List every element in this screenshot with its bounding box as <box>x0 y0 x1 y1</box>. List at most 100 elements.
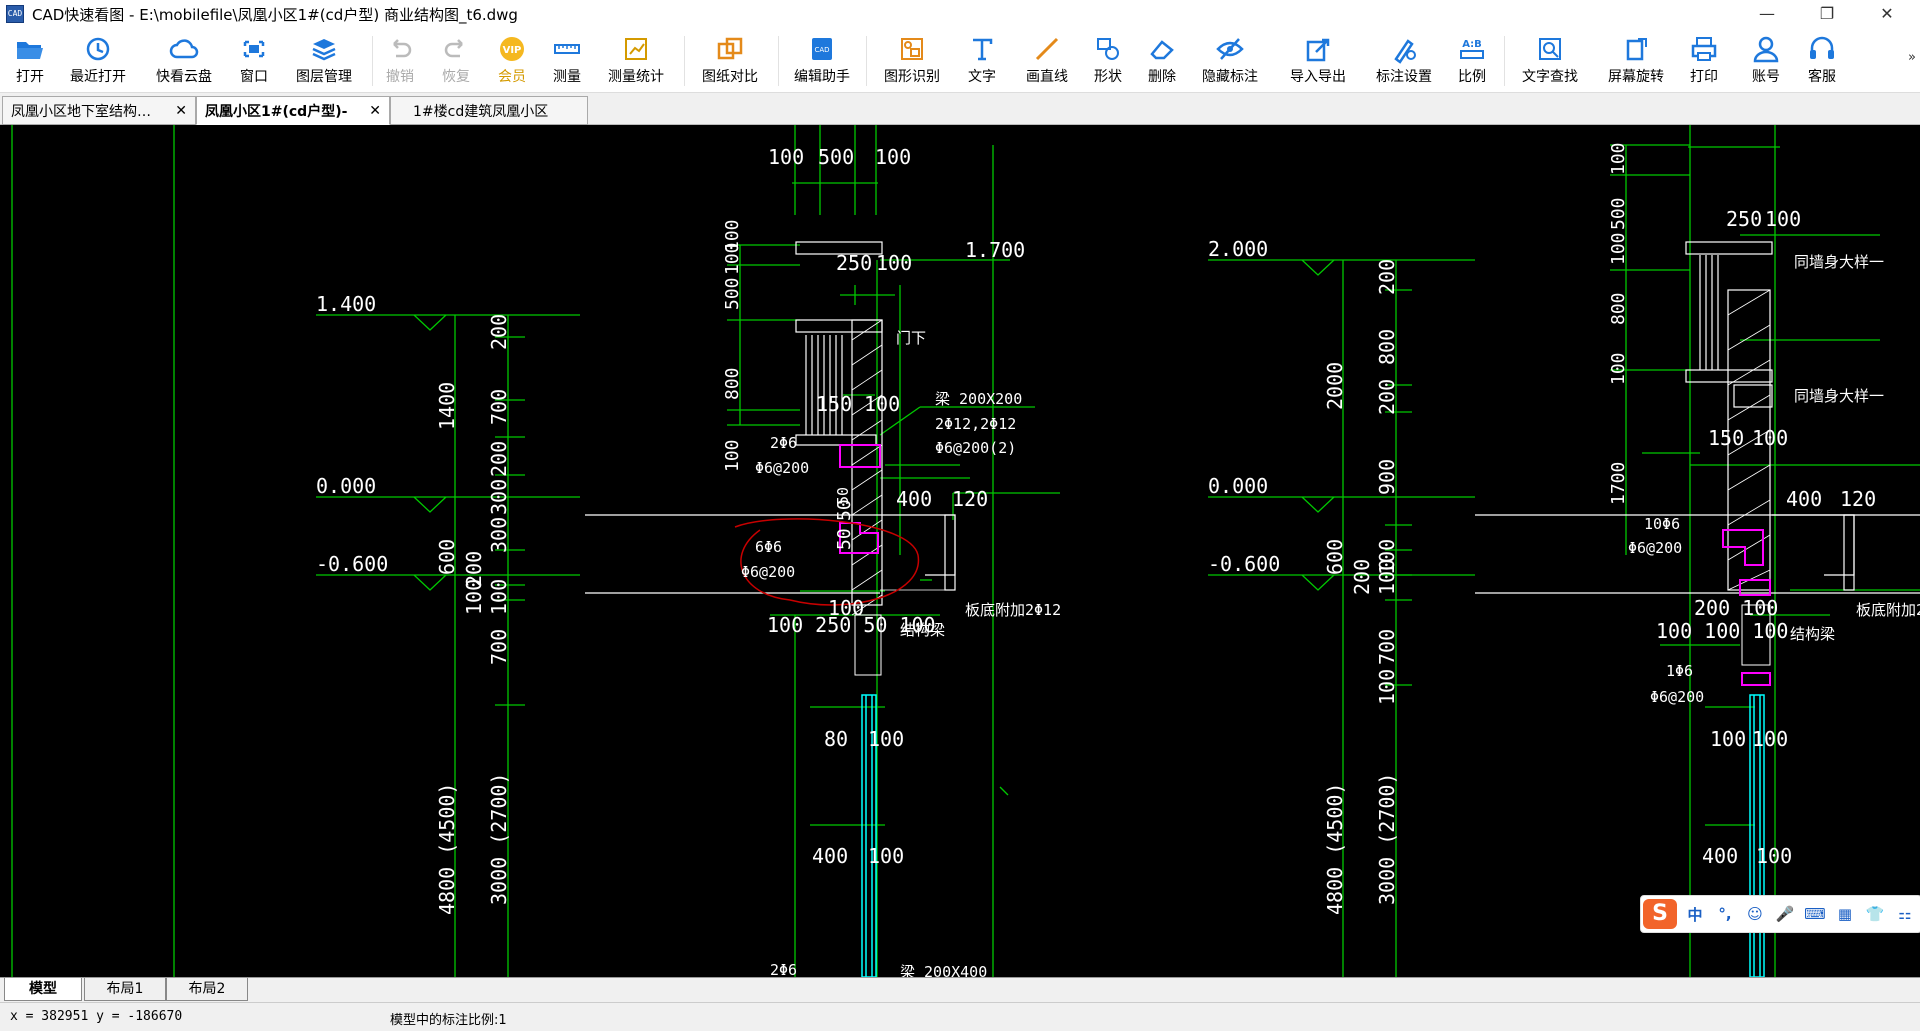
account-button[interactable]: 账号 <box>1742 32 1790 90</box>
toolbar-separator <box>866 36 867 86</box>
dim-label: 300 <box>487 517 511 553</box>
tab-layout1[interactable]: 布局1 <box>84 978 166 1001</box>
open-button[interactable]: 打开 <box>4 32 56 90</box>
ime-toolbox-icon[interactable]: ▦ <box>1833 905 1857 923</box>
shape-recognition-button[interactable]: 图形识别 <box>876 32 948 90</box>
annotation-scale-status: 模型中的标注比例:1 <box>390 1013 507 1028</box>
text-icon <box>973 38 993 61</box>
dim-label: 3000 (2700) <box>1375 773 1399 905</box>
cloud-drive-label: 快看云盘 <box>156 69 212 85</box>
dim-label: 4800 (4500) <box>435 783 459 915</box>
draw-line-label: 画直线 <box>1026 69 1068 85</box>
close-tab-icon[interactable]: ✕ <box>369 103 381 119</box>
markup-circle <box>734 518 920 606</box>
minimize-button[interactable]: — <box>1744 0 1790 28</box>
doc-tab-basement[interactable]: 凤凰小区地下室结构… ✕ <box>2 96 196 125</box>
dim-label: 700 <box>487 389 511 425</box>
ime-menu-icon[interactable]: ⚏ <box>1893 905 1917 923</box>
print-label: 打印 <box>1690 69 1718 85</box>
ime-keyboard-icon[interactable]: ⌨ <box>1803 905 1827 923</box>
eraser-icon <box>1150 40 1174 60</box>
drawing-compare-button[interactable]: 图纸对比 <box>694 32 766 90</box>
customer-service-button[interactable]: 客服 <box>1798 32 1846 90</box>
tab-model[interactable]: 模型 <box>4 978 82 1001</box>
ime-language-toggle[interactable]: 中 <box>1683 904 1707 925</box>
doc-tab-current[interactable]: 凤凰小区1#(cd户型)- ✕ <box>196 96 390 125</box>
dim-label: 3000 (2700) <box>487 773 511 905</box>
steel-column <box>861 694 1765 977</box>
import-export-button[interactable]: 导入导出 <box>1282 32 1354 90</box>
note-label: 同墙身大样一 <box>1794 253 1884 271</box>
edit-assistant-icon: CAD <box>812 38 832 60</box>
measure-button[interactable]: 测量 <box>542 32 592 90</box>
cloud-drive-button[interactable]: 快看云盘 <box>148 32 220 90</box>
recent-open-button[interactable]: 最近打开 <box>62 32 134 90</box>
ime-punctuation-icon[interactable]: °, <box>1713 905 1737 923</box>
window-button[interactable]: 窗口 <box>230 32 278 90</box>
print-button[interactable]: 打印 <box>1680 32 1728 90</box>
svg-text:VIP: VIP <box>503 45 522 56</box>
elevation-label: 1.700 <box>965 238 1025 262</box>
drawing-canvas[interactable]: 1.400 0.000 -0.600 1400 600 4800 (4500) … <box>0 125 1920 977</box>
dim-label: 100 <box>876 251 912 275</box>
redo-button[interactable]: 恢复 <box>434 32 478 90</box>
compare-icon <box>717 37 743 60</box>
dim-label: 100 <box>1375 669 1399 705</box>
status-bar: x = 382951 y = -186670 模型中的标注比例:1 <box>0 1002 1920 1031</box>
measure-stats-button[interactable]: 测量统计 <box>600 32 672 90</box>
vip-button[interactable]: VIP 会员 <box>488 32 536 90</box>
doc-tab-building[interactable]: 1#楼cd建筑凤凰小区 <box>390 96 588 125</box>
dim-label: 100 <box>768 145 804 169</box>
undo-button[interactable]: 撤销 <box>378 32 422 90</box>
window-label: 窗口 <box>240 69 268 85</box>
text-button[interactable]: 文字 <box>956 32 1008 90</box>
rotate-screen-icon <box>1626 38 1647 61</box>
ime-skin-icon[interactable]: 👕 <box>1863 905 1887 923</box>
dim-label: 50 <box>834 528 855 550</box>
sogou-logo-icon[interactable]: S <box>1643 899 1677 929</box>
edit-assistant-label: 编辑助手 <box>794 69 850 85</box>
rebar-label: Φ6@200 <box>1650 688 1704 706</box>
layer-management-button[interactable]: 图层管理 <box>288 32 360 90</box>
scale-button[interactable]: A:B 比例 <box>1448 32 1496 90</box>
dim-label: 100 <box>1608 352 1629 385</box>
rebar-label: Φ6@200 <box>1628 539 1682 557</box>
cursor-coordinates: x = 382951 y = -186670 <box>10 1009 183 1024</box>
doc-tab-label: 凤凰小区地下室结构… <box>11 103 151 120</box>
title-bar: CAD CAD快速看图 - E:\mobilefile\凤凰小区1#(cd户型)… <box>0 0 1920 28</box>
ime-emoji-icon[interactable]: ☺ <box>1743 905 1767 923</box>
dim-label: 700 <box>487 629 511 665</box>
more-tools-chevron-icon[interactable]: » <box>1908 50 1916 65</box>
ime-voice-icon[interactable]: 🎤 <box>1773 905 1797 923</box>
dim-label: 2000 <box>1323 362 1347 410</box>
dim-label: 100 <box>1765 207 1801 231</box>
text-search-button[interactable]: 文字查找 <box>1512 32 1588 90</box>
maximize-button[interactable]: ❐ <box>1804 0 1850 28</box>
tab-layout2[interactable]: 布局2 <box>166 978 248 1001</box>
dim-label: 250 <box>1726 207 1762 231</box>
draw-line-button[interactable]: 画直线 <box>1018 32 1076 90</box>
headset-icon <box>1810 36 1834 59</box>
rebar-label: 2Φ6 <box>770 961 797 977</box>
screen-rotate-button[interactable]: 屏幕旋转 <box>1598 32 1674 90</box>
dim-label: 800 <box>722 367 743 400</box>
delete-button[interactable]: 删除 <box>1138 32 1186 90</box>
close-tab-icon[interactable]: ✕ <box>175 103 187 119</box>
annotation-settings-button[interactable]: 标注设置 <box>1368 32 1440 90</box>
dim-label: 200 <box>1375 259 1399 295</box>
edit-assistant-button[interactable]: CAD 编辑助手 <box>786 32 858 90</box>
hide-annotation-button[interactable]: 隐藏标注 <box>1194 32 1266 90</box>
dim-label: 100 <box>1752 727 1788 751</box>
elevation-label: 1.400 <box>316 292 376 316</box>
measure-stats-icon <box>625 38 647 60</box>
line-icon <box>1035 37 1059 61</box>
dim-label: 400 <box>1702 844 1738 868</box>
dim-label: 600 <box>435 539 459 575</box>
annotation-settings-label: 标注设置 <box>1376 69 1432 85</box>
text-search-label: 文字查找 <box>1522 69 1578 85</box>
dim-label: 100 <box>864 392 900 416</box>
shape-button[interactable]: 形状 <box>1084 32 1132 90</box>
cloud-icon <box>169 39 199 59</box>
rebar-label: Φ6@200 <box>741 563 795 581</box>
close-window-button[interactable]: ✕ <box>1864 0 1910 28</box>
